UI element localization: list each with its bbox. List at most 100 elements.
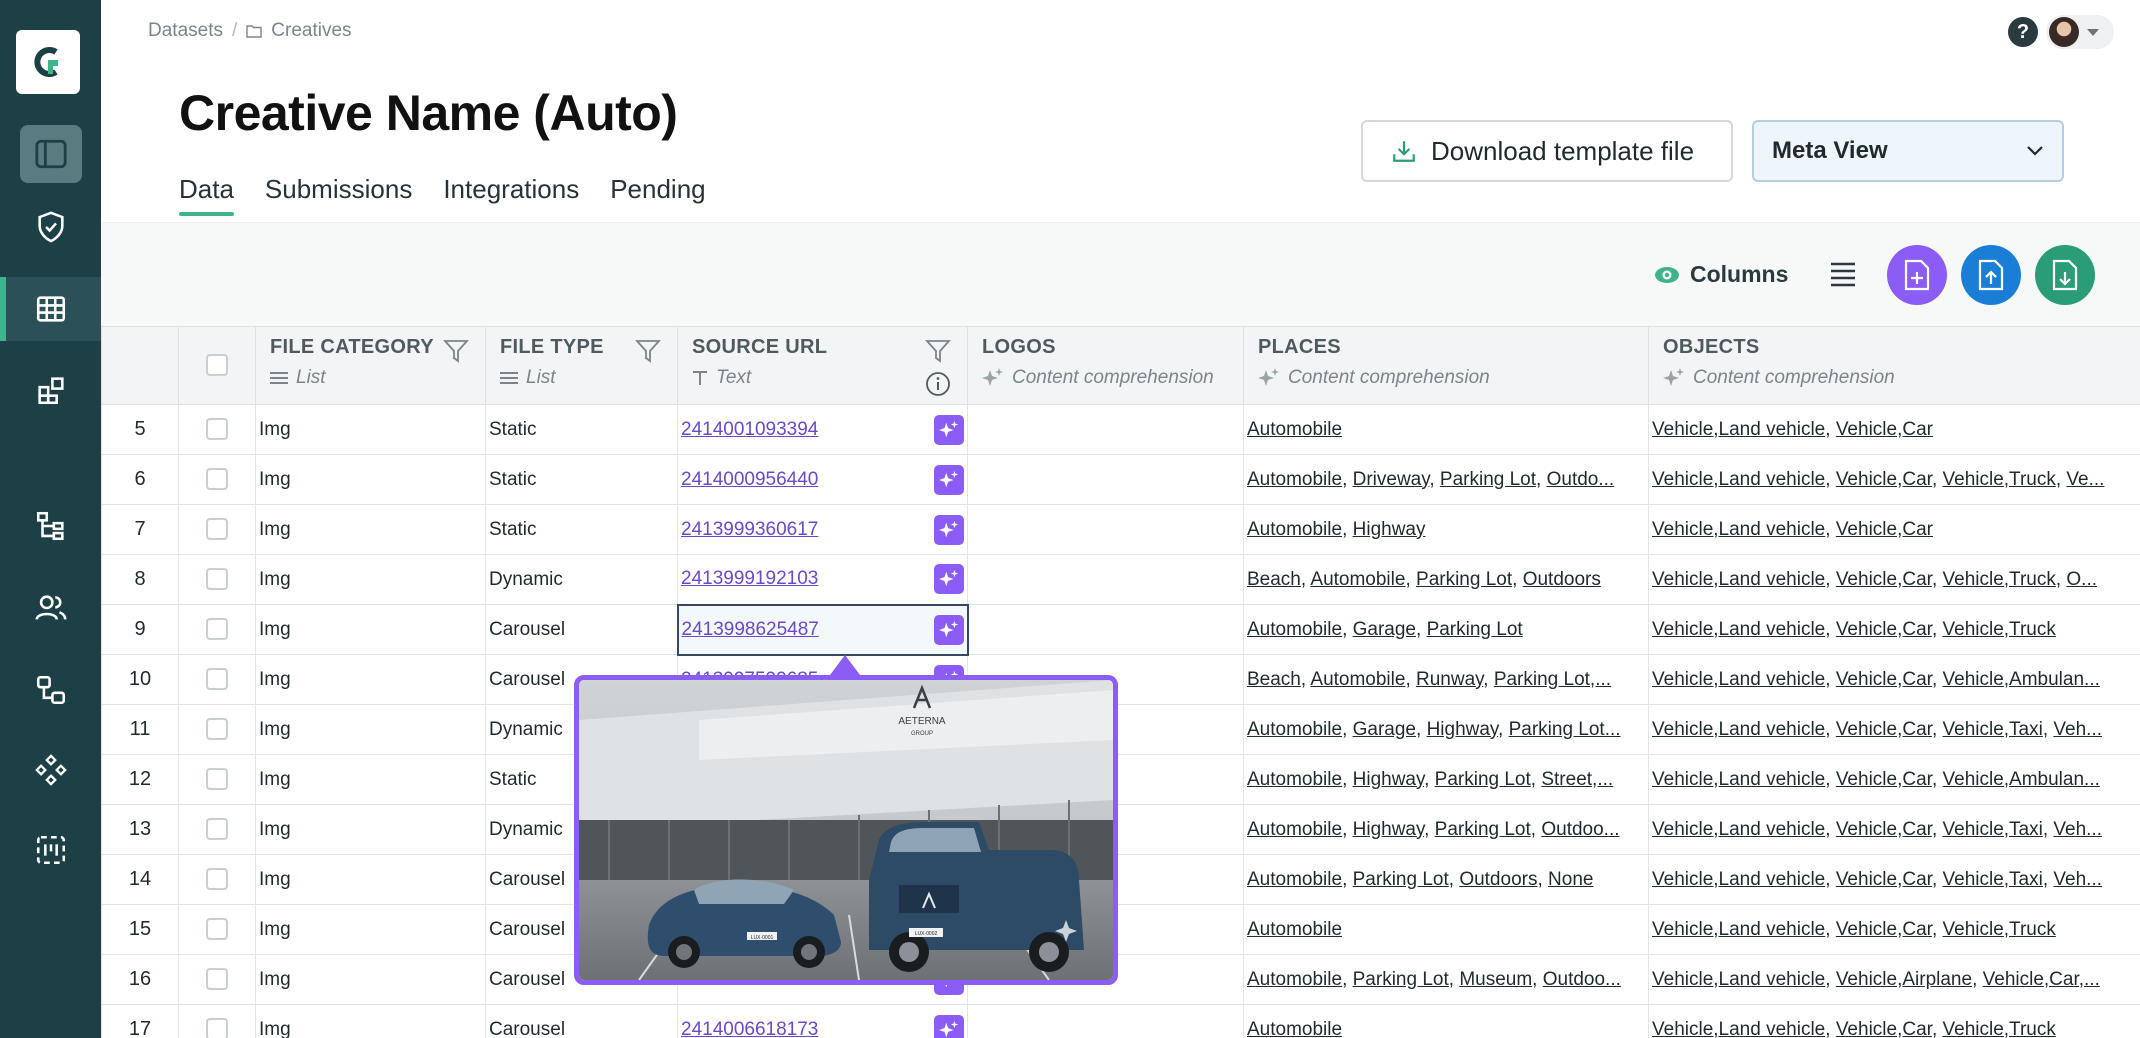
objects-cell[interactable]: Vehicle,Land vehicle, Vehicle,Car bbox=[1648, 404, 2140, 455]
place-tag[interactable]: Street,... bbox=[1541, 769, 1613, 790]
object-tag[interactable]: Vehicle,Car bbox=[1836, 719, 1932, 740]
column-header[interactable]: PLACES Content comprehension bbox=[1243, 326, 1649, 405]
breadcrumb-creatives[interactable]: Creatives bbox=[271, 20, 351, 42]
row-checkbox[interactable] bbox=[206, 718, 228, 741]
object-tag[interactable]: Vehicle,Car bbox=[1836, 619, 1932, 640]
place-tag[interactable]: Automobile bbox=[1247, 869, 1342, 890]
column-header[interactable]: LOGOS Content comprehension bbox=[967, 326, 1244, 405]
density-button[interactable] bbox=[1829, 261, 1857, 292]
source-url-link[interactable]: 2414001093394 bbox=[681, 419, 818, 441]
place-tag[interactable]: Garage bbox=[1353, 619, 1416, 640]
add-file-button[interactable] bbox=[1887, 245, 1947, 305]
nav-hierarchy[interactable] bbox=[0, 494, 101, 558]
download-file-button[interactable] bbox=[2035, 245, 2095, 305]
place-tag[interactable]: Automobile bbox=[1247, 419, 1342, 440]
place-tag[interactable]: Parking Lot... bbox=[1509, 719, 1621, 740]
object-tag[interactable]: Vehicle,Ambulan... bbox=[1943, 769, 2100, 790]
user-menu[interactable] bbox=[2046, 15, 2114, 49]
file-category-cell[interactable]: Img bbox=[255, 904, 486, 955]
file-category-cell[interactable]: Img bbox=[255, 754, 486, 805]
objects-cell[interactable]: Vehicle,Land vehicle, Vehicle,Car, Vehic… bbox=[1648, 454, 2140, 505]
logos-cell[interactable] bbox=[967, 554, 1244, 605]
nav-users[interactable] bbox=[0, 576, 101, 640]
place-tag[interactable]: Outdoo... bbox=[1543, 969, 1621, 990]
source-url-cell[interactable]: 2414000956440 bbox=[677, 454, 968, 505]
nav-security[interactable] bbox=[0, 195, 101, 259]
places-cell[interactable]: Automobile, Parking Lot, Outdoors, None bbox=[1243, 854, 1649, 905]
column-header[interactable]: FILE TYPE List bbox=[485, 326, 678, 405]
places-cell[interactable]: Automobile, Parking Lot, Museum, Outdoo.… bbox=[1243, 954, 1649, 1005]
object-tag[interactable]: Vehicle,Car bbox=[1836, 669, 1932, 690]
place-tag[interactable]: Automobile bbox=[1310, 669, 1405, 690]
place-tag[interactable]: Automobile bbox=[1247, 819, 1342, 840]
object-tag[interactable]: Vehicle,Airplane bbox=[1836, 969, 1972, 990]
places-cell[interactable]: Beach, Automobile, Runway, Parking Lot,.… bbox=[1243, 654, 1649, 705]
place-tag[interactable]: Runway bbox=[1416, 669, 1483, 690]
filter-icon[interactable] bbox=[443, 339, 469, 363]
source-url-link[interactable]: 2414000956440 bbox=[681, 469, 818, 491]
objects-cell[interactable]: Vehicle,Land vehicle, Vehicle,Car bbox=[1648, 504, 2140, 555]
row-checkbox[interactable] bbox=[206, 618, 228, 641]
file-category-cell[interactable]: Img bbox=[255, 654, 486, 705]
source-url-link[interactable]: 2414006618173 bbox=[681, 1019, 818, 1038]
row-checkbox[interactable] bbox=[206, 768, 228, 791]
place-tag[interactable]: Outdo... bbox=[1547, 469, 1615, 490]
objects-cell[interactable]: Vehicle,Land vehicle, Vehicle,Car, Vehic… bbox=[1648, 754, 2140, 805]
row-checkbox[interactable] bbox=[206, 818, 228, 841]
place-tag[interactable]: Outdoo... bbox=[1541, 819, 1619, 840]
place-tag[interactable]: Automobile bbox=[1247, 619, 1342, 640]
row-checkbox[interactable] bbox=[206, 968, 228, 991]
table-row[interactable]: 13 Img Dynamic Automobile, Highway, Parking… bbox=[101, 804, 2140, 855]
tab-pending[interactable]: Pending bbox=[610, 174, 705, 215]
place-tag[interactable]: Highway bbox=[1353, 769, 1424, 790]
file-type-cell[interactable]: Static bbox=[485, 404, 678, 455]
objects-cell[interactable]: Vehicle,Land vehicle, Vehicle,Airplane, … bbox=[1648, 954, 2140, 1005]
row-checkbox[interactable] bbox=[206, 918, 228, 941]
object-tag[interactable]: Veh... bbox=[2053, 819, 2102, 840]
place-tag[interactable]: Automobile bbox=[1247, 469, 1342, 490]
file-type-cell[interactable]: Static bbox=[485, 454, 678, 505]
table-row[interactable]: 12 Img Static Automobile, Highway, Parking … bbox=[101, 754, 2140, 805]
places-cell[interactable]: Automobile, Highway, Parking Lot, Outdoo… bbox=[1243, 804, 1649, 855]
place-tag[interactable]: Automobile bbox=[1247, 919, 1342, 940]
table-row[interactable]: 17 Img Carousel 2414006618173 Automobile Vehi… bbox=[101, 1004, 2140, 1038]
source-url-cell[interactable]: 2413999192103 bbox=[677, 554, 968, 605]
ai-enrich-button[interactable] bbox=[934, 414, 964, 445]
row-checkbox[interactable] bbox=[206, 468, 228, 491]
objects-cell[interactable]: Vehicle,Land vehicle, Vehicle,Car, Vehic… bbox=[1648, 704, 2140, 755]
place-tag[interactable]: Highway bbox=[1353, 519, 1426, 540]
column-header[interactable]: FILE CATEGORY List bbox=[255, 326, 486, 405]
ai-enrich-button[interactable] bbox=[934, 464, 964, 495]
table-row[interactable]: 5 Img Static 2414001093394 Automobile Vehicle… bbox=[101, 404, 2140, 455]
logo-icon[interactable] bbox=[16, 30, 80, 94]
place-tag[interactable]: Automobile bbox=[1247, 519, 1342, 540]
table-row[interactable]: 8 Img Dynamic 2413999192103 Beach, Automobil… bbox=[101, 554, 2140, 605]
ai-enrich-button[interactable] bbox=[933, 614, 964, 645]
place-tag[interactable]: Parking Lot bbox=[1353, 969, 1449, 990]
ai-enrich-button[interactable] bbox=[934, 1014, 964, 1038]
objects-cell[interactable]: Vehicle,Land vehicle, Vehicle,Car, Vehic… bbox=[1648, 554, 2140, 605]
object-tag[interactable]: Vehicle,Land vehicle bbox=[1652, 569, 1825, 590]
file-type-cell[interactable]: Carousel bbox=[485, 604, 678, 655]
nav-widgets[interactable] bbox=[0, 358, 101, 422]
place-tag[interactable]: Parking Lot bbox=[1440, 469, 1536, 490]
place-tag[interactable]: Highway bbox=[1353, 819, 1424, 840]
object-tag[interactable]: Vehicle,Land vehicle bbox=[1652, 819, 1825, 840]
place-tag[interactable]: Parking Lot,... bbox=[1494, 669, 1611, 690]
place-tag[interactable]: Automobile bbox=[1247, 1019, 1342, 1038]
place-tag[interactable]: Automobile bbox=[1247, 719, 1342, 740]
row-checkbox[interactable] bbox=[206, 668, 228, 691]
object-tag[interactable]: Vehicle,Car bbox=[1836, 469, 1932, 490]
source-url-cell[interactable]: 2413998625487 bbox=[676, 603, 969, 656]
file-category-cell[interactable]: Img bbox=[255, 554, 486, 605]
nav-workflow[interactable] bbox=[0, 658, 101, 722]
column-header[interactable]: SOURCE URL Text bbox=[677, 326, 968, 405]
object-tag[interactable]: Ve... bbox=[2066, 469, 2104, 490]
place-tag[interactable]: Driveway bbox=[1353, 469, 1430, 490]
object-tag[interactable]: Vehicle,Car bbox=[1836, 419, 1933, 440]
place-tag[interactable]: Outdoors bbox=[1459, 869, 1537, 890]
table-row[interactable]: 6 Img Static 2414000956440 Automobile, Drive… bbox=[101, 454, 2140, 505]
tab-submissions[interactable]: Submissions bbox=[265, 174, 412, 215]
object-tag[interactable]: Vehicle,Car bbox=[1836, 769, 1932, 790]
file-type-cell[interactable]: Carousel bbox=[485, 1004, 678, 1038]
